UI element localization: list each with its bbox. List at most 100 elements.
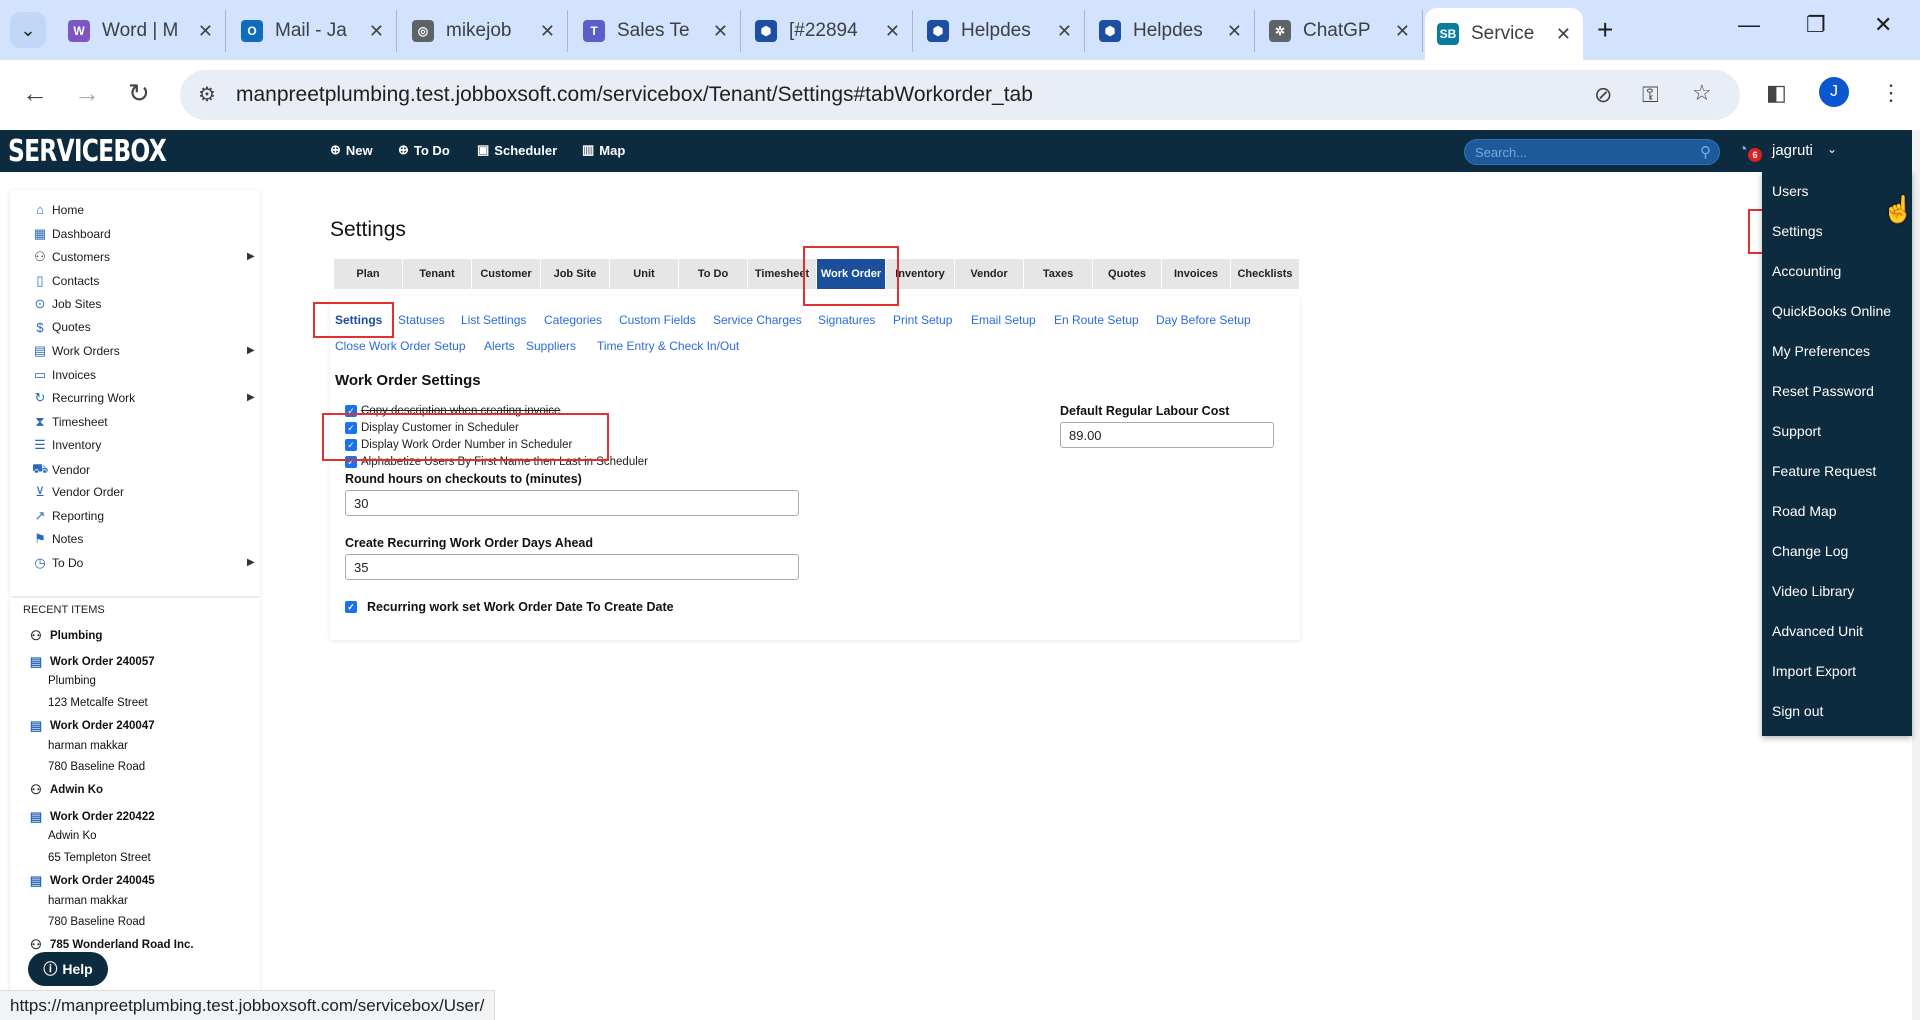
servicebox-logo[interactable]: SERVICEBOX bbox=[8, 134, 167, 169]
recent-item[interactable]: ▤ Work Order 240045 bbox=[28, 873, 155, 889]
caret-right-icon[interactable]: ▶ bbox=[247, 251, 255, 262]
menu-item-video-library[interactable]: Video Library bbox=[1772, 583, 1854, 599]
tab-checklists[interactable]: Checklists bbox=[1231, 259, 1300, 289]
browser-tab[interactable]: ⬢ [#22894 ✕ bbox=[743, 10, 913, 52]
page-scrollbar[interactable] bbox=[1912, 130, 1920, 1020]
recent-item[interactable]: ▤ Work Order 220422 bbox=[28, 809, 155, 825]
user-menu-toggle[interactable]: jagruti bbox=[1772, 142, 1813, 159]
new-tab-button[interactable]: + bbox=[1597, 14, 1613, 46]
help-button[interactable]: ⓘ Help bbox=[28, 952, 108, 986]
close-icon[interactable]: ✕ bbox=[885, 21, 900, 42]
tab-unit[interactable]: Unit bbox=[610, 259, 679, 289]
menu-item-settings[interactable]: Settings bbox=[1772, 223, 1823, 239]
browser-tab[interactable]: W Word | M ✕ bbox=[56, 10, 226, 52]
subtab-list-settings[interactable]: List Settings bbox=[461, 313, 526, 327]
tab-tenant[interactable]: Tenant bbox=[403, 259, 472, 289]
caret-right-icon[interactable]: ▶ bbox=[247, 557, 255, 568]
recent-item[interactable]: ⚇ Plumbing bbox=[28, 628, 102, 644]
eye-off-icon[interactable]: ⊘ bbox=[1594, 82, 1612, 108]
close-icon[interactable]: ✕ bbox=[713, 21, 728, 42]
menu-item-sign-out[interactable]: Sign out bbox=[1772, 703, 1823, 719]
tab-vendor[interactable]: Vendor bbox=[955, 259, 1024, 289]
back-arrow-icon[interactable]: ← bbox=[22, 78, 48, 109]
menu-item-advanced-unit[interactable]: Advanced Unit bbox=[1772, 623, 1863, 639]
sidebar-item-to-do[interactable]: ◷ To Do bbox=[32, 555, 83, 571]
new-button[interactable]: ⊕ New bbox=[330, 142, 373, 158]
close-icon[interactable]: ✕ bbox=[198, 21, 213, 42]
browser-tab[interactable]: O Mail - Ja ✕ bbox=[229, 10, 397, 52]
sidebar-item-inventory[interactable]: ☰ Inventory bbox=[32, 437, 101, 453]
browser-tab[interactable]: T Sales Te ✕ bbox=[571, 10, 741, 52]
restore-icon[interactable]: ❐ bbox=[1806, 12, 1826, 38]
tab-taxes[interactable]: Taxes bbox=[1024, 259, 1093, 289]
sidebar-item-home[interactable]: ⌂ Home bbox=[32, 202, 84, 217]
address-bar[interactable]: ⚙ manpreetplumbing.test.jobboxsoft.com/s… bbox=[180, 70, 1740, 120]
caret-right-icon[interactable]: ▶ bbox=[247, 392, 255, 403]
menu-item-support[interactable]: Support bbox=[1772, 423, 1821, 439]
map-button[interactable]: ▥ Map bbox=[582, 142, 625, 158]
close-icon[interactable]: ✕ bbox=[1395, 21, 1410, 42]
subtab-alerts[interactable]: Alerts bbox=[484, 339, 515, 353]
subtab-email-setup[interactable]: Email Setup bbox=[971, 313, 1036, 327]
subtab-time-entry-check-in-out[interactable]: Time Entry & Check In/Out bbox=[597, 339, 739, 353]
tab-plan[interactable]: Plan bbox=[334, 259, 403, 289]
recent-item[interactable]: ⚇ Adwin Ko bbox=[28, 782, 103, 798]
notification-icon[interactable]: ◔ bbox=[1738, 141, 1748, 159]
close-icon[interactable]: ✕ bbox=[1556, 24, 1571, 45]
labour-cost-input[interactable]: 89.00 bbox=[1060, 422, 1274, 448]
subtab-en-route-setup[interactable]: En Route Setup bbox=[1054, 313, 1139, 327]
close-window-icon[interactable]: ✕ bbox=[1874, 12, 1892, 38]
browser-tab[interactable]: SB Service ✕ bbox=[1425, 8, 1583, 60]
sidebar-item-customers[interactable]: ⚇ Customers bbox=[32, 249, 110, 265]
scheduler-button[interactable]: ▣ Scheduler bbox=[477, 142, 557, 158]
recent-item[interactable]: ▤ Work Order 240047 bbox=[28, 718, 155, 734]
sidebar-item-reporting[interactable]: ↗ Reporting bbox=[32, 508, 104, 524]
subtab-signatures[interactable]: Signatures bbox=[818, 313, 875, 327]
chevron-down-icon[interactable]: ⌄ bbox=[1827, 142, 1837, 156]
menu-item-reset-password[interactable]: Reset Password bbox=[1772, 383, 1874, 399]
recurring-days-input[interactable]: 35 bbox=[345, 554, 799, 580]
menu-item-quickbooks-online[interactable]: QuickBooks Online bbox=[1772, 303, 1891, 319]
sidebar-item-timesheet[interactable]: ⧗ Timesheet bbox=[32, 414, 107, 430]
sidebar-item-invoices[interactable]: ▭ Invoices bbox=[32, 367, 96, 383]
close-icon[interactable]: ✕ bbox=[1057, 21, 1072, 42]
subtab-print-setup[interactable]: Print Setup bbox=[893, 313, 952, 327]
search-icon[interactable]: ⚲ bbox=[1700, 143, 1711, 161]
site-info-icon[interactable]: ⚙ bbox=[198, 82, 216, 107]
close-icon[interactable]: ✕ bbox=[540, 21, 555, 42]
tab-search-button[interactable]: ⌄ bbox=[10, 12, 46, 48]
tab-quotes[interactable]: Quotes bbox=[1093, 259, 1162, 289]
sidebar-item-dashboard[interactable]: ▦ Dashboard bbox=[32, 226, 111, 242]
tab-invoices[interactable]: Invoices bbox=[1162, 259, 1231, 289]
menu-item-import-export[interactable]: Import Export bbox=[1772, 663, 1856, 679]
tab-job-site[interactable]: Job Site bbox=[541, 259, 610, 289]
menu-item-road-map[interactable]: Road Map bbox=[1772, 503, 1837, 519]
sidebar-item-contacts[interactable]: ▯ Contacts bbox=[32, 273, 99, 289]
subtab-categories[interactable]: Categories bbox=[544, 313, 602, 327]
close-icon[interactable]: ✕ bbox=[1227, 21, 1242, 42]
menu-item-my-preferences[interactable]: My Preferences bbox=[1772, 343, 1870, 359]
star-icon[interactable]: ☆ bbox=[1692, 80, 1712, 106]
sidebar-item-vendor-order[interactable]: ⊻ Vendor Order bbox=[32, 484, 124, 500]
browser-tab[interactable]: ✲ ChatGP ✕ bbox=[1257, 10, 1423, 52]
subtab-statuses[interactable]: Statuses bbox=[398, 313, 445, 327]
browser-tab[interactable]: ⬢ Helpdes ✕ bbox=[915, 10, 1085, 52]
recurring-date-checkbox[interactable]: ✓ Recurring work set Work Order Date To C… bbox=[345, 600, 674, 614]
recent-item[interactable]: ▤ Work Order 240057 bbox=[28, 654, 155, 670]
sidebar-item-job-sites[interactable]: ⊙ Job Sites bbox=[32, 296, 102, 312]
todo-button[interactable]: ⊕ To Do bbox=[398, 142, 450, 158]
key-icon[interactable]: ⚿ bbox=[1642, 82, 1659, 108]
menu-item-feature-request[interactable]: Feature Request bbox=[1772, 463, 1876, 479]
sidebar-item-recurring-work[interactable]: ↻ Recurring Work bbox=[32, 390, 136, 406]
caret-right-icon[interactable]: ▶ bbox=[247, 345, 255, 356]
minimize-icon[interactable]: — bbox=[1738, 12, 1760, 38]
menu-item-users[interactable]: Users bbox=[1772, 183, 1809, 199]
url-text[interactable]: manpreetplumbing.test.jobboxsoft.com/ser… bbox=[236, 83, 1033, 107]
sidebar-item-vendor[interactable]: ⛟ Vendor bbox=[32, 461, 90, 479]
close-icon[interactable]: ✕ bbox=[369, 21, 384, 42]
browser-tab[interactable]: ◎ mikejob ✕ bbox=[400, 10, 568, 52]
subtab-day-before-setup[interactable]: Day Before Setup bbox=[1156, 313, 1251, 327]
subtab-close-work-order-setup[interactable]: Close Work Order Setup bbox=[335, 339, 466, 353]
tab-customer[interactable]: Customer bbox=[472, 259, 541, 289]
menu-item-change-log[interactable]: Change Log bbox=[1772, 543, 1848, 559]
